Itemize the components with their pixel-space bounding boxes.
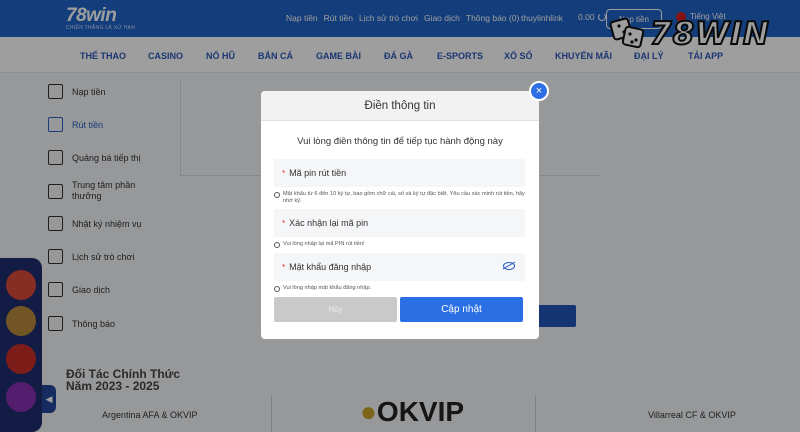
required-marker: *: [282, 218, 286, 228]
withdraw-pin-placeholder: Mã pin rút tiền: [289, 168, 347, 178]
info-icon: [274, 241, 280, 248]
info-icon: [274, 285, 280, 292]
required-marker: *: [282, 262, 286, 272]
fill-info-dialog: Điền thông tin Vui lòng điền thông tin đ…: [261, 91, 539, 339]
hint-text: Vui lòng nhập lại mã PIN rút tiền!: [283, 241, 365, 247]
eye-off-icon[interactable]: [503, 262, 515, 270]
close-icon[interactable]: ×: [529, 81, 549, 101]
withdraw-pin-hint: Mật khẩu từ 6 đến 10 ký tự, bao gồm chữ …: [274, 191, 526, 205]
dialog-description: Vui lòng điền thông tin để tiếp tục hành…: [297, 136, 503, 147]
login-password-placeholder: Mật khẩu đăng nhập: [289, 262, 372, 272]
confirm-pin-hint: Vui lòng nhập lại mã PIN rút tiền!: [274, 241, 526, 248]
required-marker: *: [282, 168, 286, 178]
update-button[interactable]: Cập nhật: [400, 297, 523, 322]
confirm-pin-field[interactable]: * Xác nhận lại mã pin: [274, 209, 525, 237]
withdraw-pin-field[interactable]: * Mã pin rút tiền: [274, 159, 525, 187]
hint-text: Vui lòng nhập mật khẩu đăng nhập.: [283, 285, 372, 291]
info-icon: [274, 191, 280, 198]
login-password-field[interactable]: * Mật khẩu đăng nhập: [274, 253, 525, 281]
hint-text: Mật khẩu từ 6 đến 10 ký tự, bao gồm chữ …: [283, 191, 525, 204]
dialog-title: Điền thông tin: [261, 91, 539, 121]
login-password-hint: Vui lòng nhập mật khẩu đăng nhập.: [274, 285, 526, 292]
cancel-button[interactable]: Hủy: [274, 297, 397, 322]
confirm-pin-placeholder: Xác nhận lại mã pin: [289, 218, 369, 228]
